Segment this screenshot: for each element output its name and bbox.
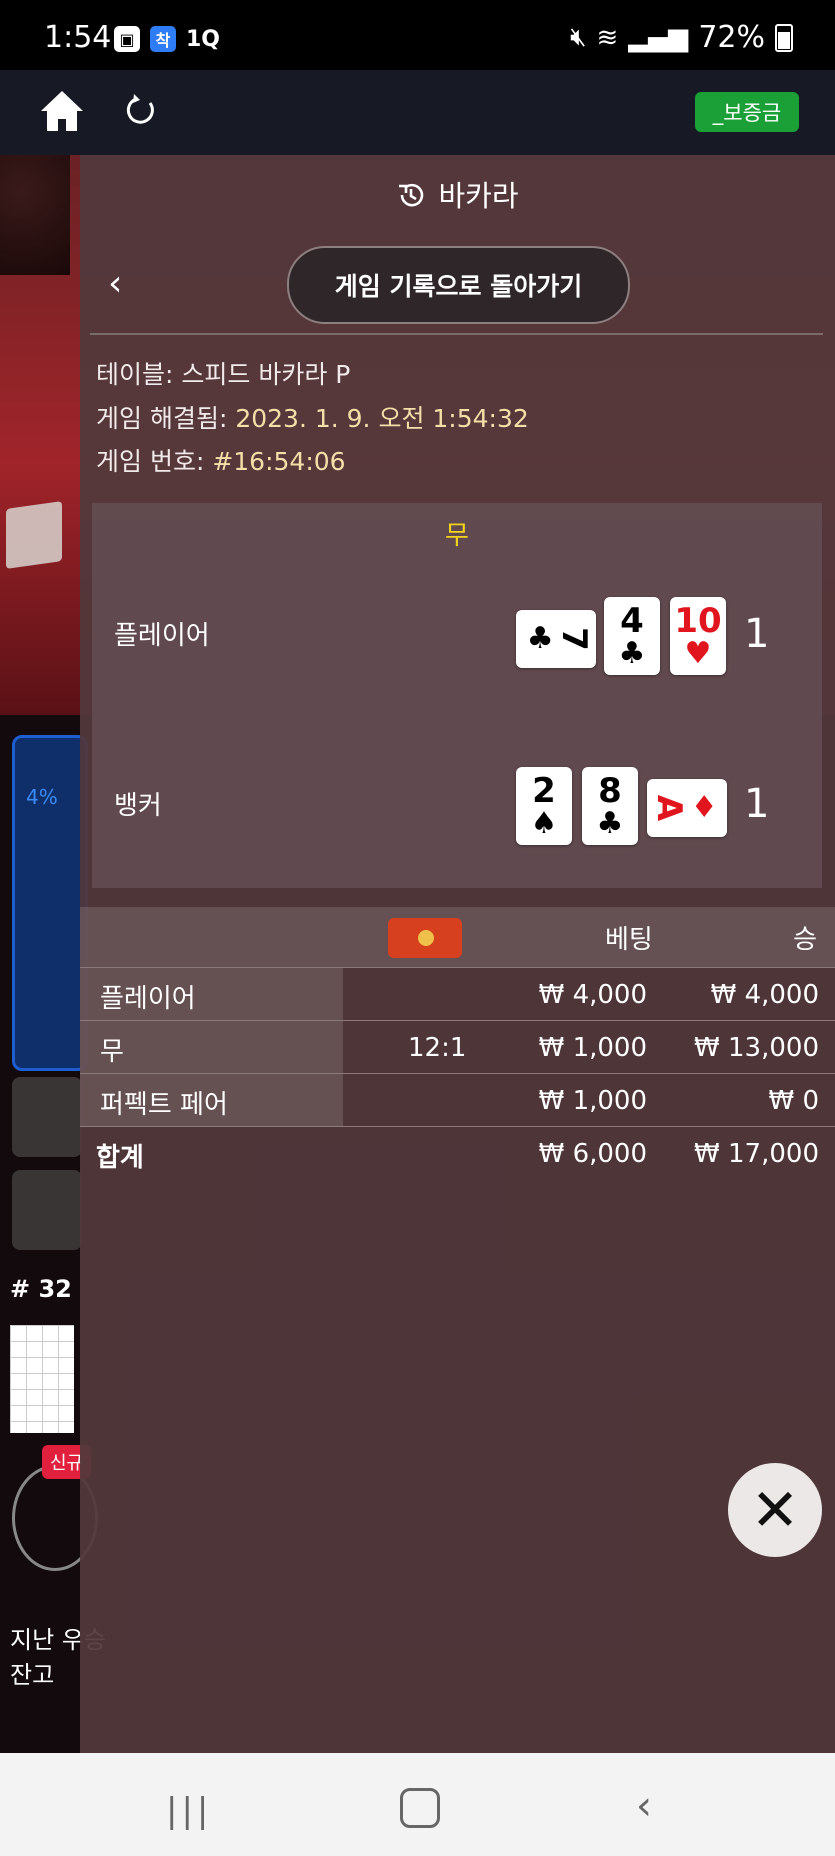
bet-column-header: 베팅 bbox=[605, 925, 653, 955]
battery-percent: 72% bbox=[698, 20, 765, 55]
panel-header: 바카라 bbox=[80, 173, 835, 215]
bet-odds: 12:1 bbox=[408, 1033, 467, 1063]
win-amount: ₩ 0 bbox=[768, 1086, 819, 1116]
game-number-label: 게임 번호: bbox=[96, 447, 205, 476]
dealer-image bbox=[0, 155, 70, 275]
table-value: 스피드 바카라 P bbox=[181, 360, 351, 389]
bet-amount: ₩ 1,000 bbox=[538, 1086, 647, 1116]
app-badge-icon: 착 bbox=[150, 26, 176, 52]
status-left-icons: ▣ 착 1Q bbox=[114, 26, 220, 52]
bg-bet-button-1[interactable] bbox=[12, 1077, 82, 1157]
game-number-value: #16:54:06 bbox=[212, 447, 346, 476]
game-number-info: 게임 번호: #16:54:06 bbox=[96, 442, 346, 478]
banker-label: 뱅커 bbox=[114, 791, 162, 821]
timer-percent: 4% bbox=[26, 785, 58, 809]
card-shoe bbox=[6, 501, 62, 569]
bg-bet-button-2[interactable] bbox=[12, 1170, 82, 1250]
win-column-header: 승 bbox=[793, 925, 817, 955]
back-chevron-icon[interactable]: ‹ bbox=[108, 263, 122, 304]
bet-row: 플레이어 ₩ 4,000 ₩ 4,000 bbox=[80, 967, 835, 1020]
bet-name: 무 bbox=[100, 1037, 124, 1067]
player-card-1: ♣ 7 bbox=[516, 610, 596, 668]
resolved-info: 게임 해결됨: 2023. 1. 9. 오전 1:54:32 bbox=[96, 399, 529, 435]
bet-name: 퍼펙트 페어 bbox=[100, 1090, 228, 1120]
bet-amount: ₩ 1,000 bbox=[538, 1033, 647, 1063]
home-nav-icon[interactable] bbox=[400, 1788, 440, 1828]
road-grid bbox=[10, 1325, 74, 1433]
total-win-amount: ₩ 17,000 bbox=[694, 1139, 819, 1169]
banker-card-3: A ♦ bbox=[647, 779, 727, 837]
top-nav: _보증금 bbox=[0, 70, 835, 155]
banker-card-2: 8 ♣ bbox=[582, 767, 638, 845]
win-amount: ₩ 4,000 bbox=[710, 980, 819, 1010]
player-score: 1 bbox=[744, 611, 770, 657]
chip-icon bbox=[388, 918, 462, 958]
battery-icon bbox=[775, 23, 793, 52]
player-card-3: 10 ♥ bbox=[670, 597, 726, 675]
mute-icon: 🔇︎ bbox=[570, 22, 587, 52]
table-label: 테이블: bbox=[96, 360, 174, 389]
bet-row: 무 12:1 ₩ 1,000 ₩ 13,000 bbox=[80, 1020, 835, 1073]
image-icon: ▣ bbox=[114, 26, 140, 52]
close-icon[interactable]: ✕ bbox=[728, 1463, 822, 1557]
total-row: 합계 ₩ 6,000 ₩ 17,000 bbox=[80, 1126, 835, 1179]
balance-label: 잔고 bbox=[10, 1661, 55, 1689]
result-label: 무 bbox=[445, 521, 469, 551]
system-nav-bar: ||| ‹ bbox=[0, 1753, 835, 1856]
signal-icon: ▂▄▆ bbox=[628, 22, 689, 53]
back-nav-icon[interactable]: ‹ bbox=[636, 1783, 652, 1829]
divider bbox=[90, 333, 823, 335]
banker-card-1: 2 ♠ bbox=[516, 767, 572, 845]
win-amount: ₩ 13,000 bbox=[694, 1033, 819, 1063]
bet-name: 플레이어 bbox=[100, 984, 196, 1014]
banker-score: 1 bbox=[744, 781, 770, 827]
bets-header: 베팅 승 bbox=[80, 907, 835, 967]
total-bet-amount: ₩ 6,000 bbox=[538, 1139, 647, 1169]
home-icon[interactable] bbox=[38, 88, 86, 134]
bet-amount: ₩ 4,000 bbox=[538, 980, 647, 1010]
resolved-value: 2023. 1. 9. 오전 1:54:32 bbox=[235, 404, 529, 433]
table-info: 테이블: 스피드 바카라 P bbox=[96, 355, 350, 391]
1q-app-icon: 1Q bbox=[186, 26, 221, 52]
total-label: 합계 bbox=[96, 1143, 144, 1173]
status-bar: 1:54 ▣ 착 1Q 🔇︎ ≋ ▂▄▆ 72% bbox=[0, 0, 835, 70]
reload-icon[interactable] bbox=[122, 92, 158, 128]
status-time: 1:54 bbox=[44, 20, 112, 55]
round-label: # 32 bbox=[10, 1275, 72, 1303]
history-icon bbox=[399, 183, 424, 207]
deposit-button[interactable]: _보증금 bbox=[695, 92, 799, 132]
player-card-2: 4 ♣ bbox=[604, 597, 660, 675]
bet-row: 퍼펙트 페어 ₩ 1,000 ₩ 0 bbox=[80, 1073, 835, 1126]
wifi-icon: ≋ bbox=[596, 22, 619, 53]
player-label: 플레이어 bbox=[114, 621, 210, 651]
resolved-label: 게임 해결됨: bbox=[96, 404, 228, 433]
game-history-panel: 바카라 ‹ 게임 기록으로 돌아가기 테이블: 스피드 바카라 P 게임 해결됨… bbox=[80, 155, 835, 1753]
status-right: 🔇︎ ≋ ▂▄▆ 72% bbox=[570, 20, 793, 55]
panel-title: 바카라 bbox=[438, 179, 519, 213]
hands-box: 무 플레이어 ♣ 7 4 ♣ 10 ♥ 1 뱅커 2 ♠ 8 ♣ A ♦ 1 bbox=[92, 503, 822, 888]
recent-apps-icon[interactable]: ||| bbox=[166, 1791, 212, 1831]
return-to-history-button[interactable]: 게임 기록으로 돌아가기 bbox=[287, 246, 630, 324]
